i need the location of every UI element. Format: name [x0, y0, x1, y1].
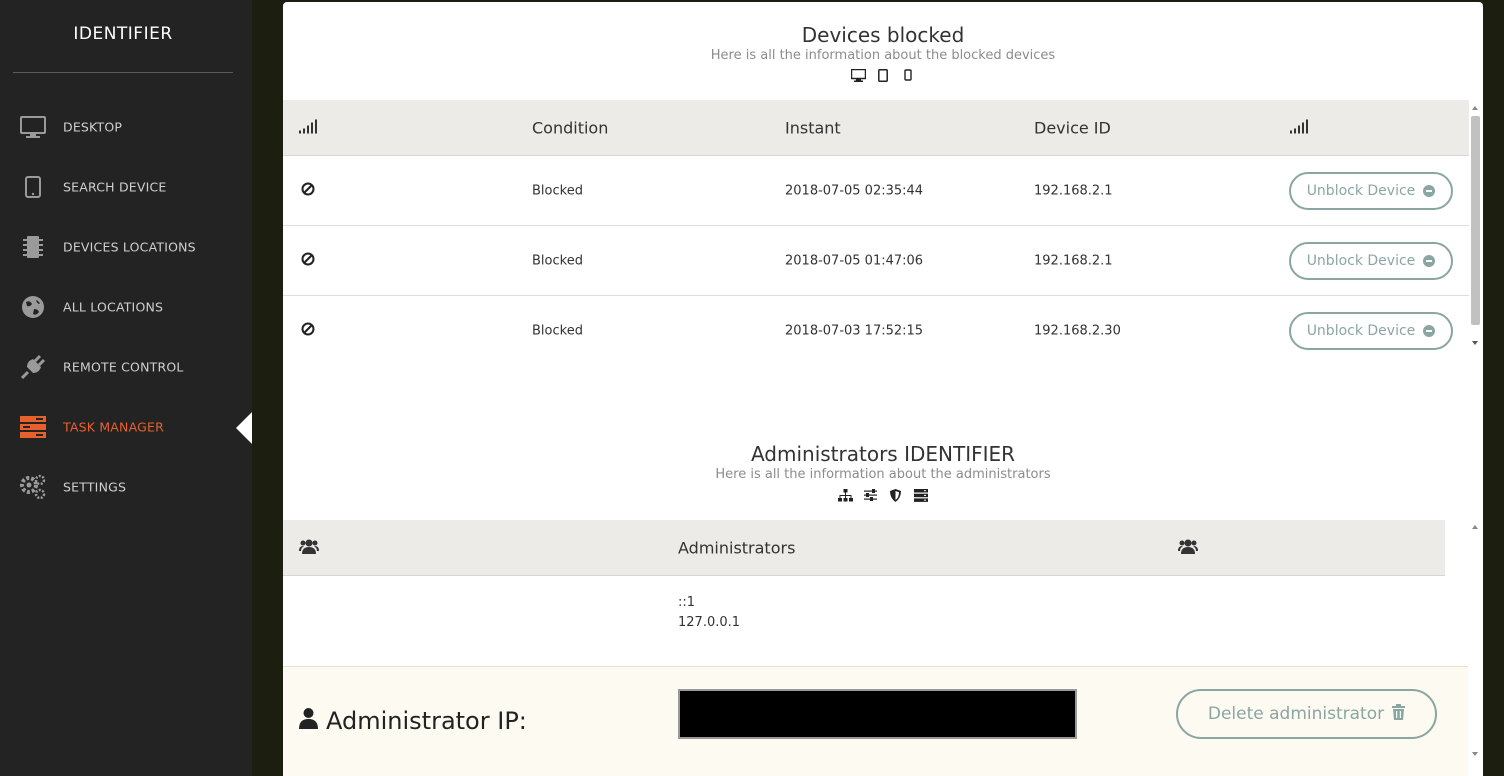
ban-icon: [301, 182, 315, 200]
admins-scrollbar[interactable]: [1469, 522, 1481, 762]
admins-table-header: Administrators: [283, 520, 1445, 576]
list-item: 127.0.0.1: [678, 615, 741, 630]
sidebar-item-label: DESKTOP: [63, 119, 123, 135]
admins-subtitle: Here is all the information about the ad…: [715, 467, 1051, 482]
shield-icon: [888, 488, 903, 502]
cell-device-id: 192.168.2.1: [1034, 183, 1113, 198]
blocked-title: Devices blocked: [801, 23, 965, 47]
sidebar-item-search-device[interactable]: SEARCH DEVICE: [0, 157, 252, 217]
minus-circle-icon: [1423, 255, 1436, 267]
button-label: Unblock Device: [1306, 183, 1416, 199]
signal-icon: [299, 118, 317, 137]
mobile-icon: [901, 68, 916, 82]
blocked-device-icons: [283, 68, 1483, 82]
scroll-down-arrow[interactable]: [1472, 341, 1478, 345]
admins-list: ::1 127.0.0.1: [678, 593, 740, 633]
unblock-device-button[interactable]: Unblock Device: [1289, 242, 1453, 280]
button-label: Unblock Device: [1306, 253, 1416, 269]
table-row: Blocked 2018-07-05 02:35:44 192.168.2.1 …: [283, 156, 1469, 226]
unblock-device-button[interactable]: Unblock Device: [1289, 312, 1453, 350]
admin-ip-label: Administrator IP:: [299, 707, 527, 735]
users-icon: [1178, 538, 1198, 558]
cell-condition: Blocked: [532, 253, 583, 268]
sidebar-item-label: SETTINGS: [63, 479, 127, 495]
cell-instant: 2018-07-03 17:52:15: [785, 323, 924, 339]
users-icon: [299, 538, 319, 558]
sidebar-item-label: TASK MANAGER: [63, 419, 165, 435]
tasks-icon: [20, 414, 46, 440]
trash-icon: [1392, 703, 1406, 725]
cell-instant: 2018-07-05 01:47:06: [785, 253, 924, 268]
desktop-icon: [850, 68, 866, 82]
admin-form: Administrator IP: Delete administrator: [283, 666, 1468, 776]
column-device-id[interactable]: Device ID: [1034, 118, 1111, 137]
admins-title: Administrators IDENTIFIER: [750, 442, 1016, 466]
sidebar-item-task-manager[interactable]: TASK MANAGER: [0, 397, 252, 457]
brand-title: IDENTIFIER: [73, 24, 173, 44]
button-label: Unblock Device: [1306, 323, 1416, 339]
column-administrators[interactable]: Administrators: [678, 538, 795, 557]
column-condition[interactable]: Condition: [532, 118, 608, 137]
server-icon: [913, 488, 928, 502]
plug-icon: [20, 354, 46, 380]
sitemap-icon: [838, 488, 853, 502]
ban-icon: [301, 252, 315, 270]
ban-icon: [301, 322, 315, 340]
admin-ip-input[interactable]: [678, 689, 1077, 739]
globe-icon: [20, 294, 46, 320]
cell-condition: Blocked: [532, 323, 583, 339]
table-row: Blocked 2018-07-05 01:47:06 192.168.2.1 …: [283, 226, 1469, 296]
sidebar-item-label: ALL LOCATIONS: [63, 299, 164, 315]
sidebar: IDENTIFIER DESKTOP SEARCH DEVICE DEVICES…: [0, 0, 252, 776]
scroll-up-arrow[interactable]: [1472, 525, 1478, 529]
delete-administrator-button[interactable]: Delete administrator: [1176, 689, 1437, 739]
sidebar-item-settings[interactable]: SETTINGS: [0, 457, 252, 517]
admin-ip-label-text: Administrator IP:: [326, 707, 527, 735]
sidebar-item-label: DEVICES LOCATIONS: [63, 239, 196, 255]
scroll-thumb[interactable]: [1471, 116, 1480, 325]
cell-device-id: 192.168.2.1: [1034, 253, 1113, 268]
sidebar-item-devices-locations[interactable]: DEVICES LOCATIONS: [0, 217, 252, 277]
sidebar-item-remote-control[interactable]: REMOTE CONTROL: [0, 337, 252, 397]
unblock-device-button[interactable]: Unblock Device: [1289, 172, 1453, 210]
chip-icon: [20, 234, 46, 260]
active-indicator: [236, 412, 252, 444]
list-item: ::1: [678, 595, 696, 610]
cell-device-id: 192.168.2.30: [1034, 323, 1121, 339]
cell-condition: Blocked: [532, 183, 583, 198]
monitor-icon: [20, 114, 46, 140]
user-icon: [299, 707, 318, 735]
tablet-icon: [876, 68, 891, 82]
admins-icons: [283, 488, 1483, 502]
sliders-icon: [863, 488, 878, 502]
button-label: Delete administrator: [1207, 704, 1385, 724]
brand-divider: [13, 72, 233, 73]
blocked-table-header: Condition Instant Device ID: [283, 100, 1469, 156]
sidebar-item-label: SEARCH DEVICE: [63, 179, 167, 195]
column-instant[interactable]: Instant: [785, 118, 841, 137]
scroll-up-arrow[interactable]: [1472, 106, 1478, 110]
main-panel: Devices blocked Here is all the informat…: [283, 2, 1483, 776]
minus-circle-icon: [1423, 325, 1436, 337]
sidebar-item-all-locations[interactable]: ALL LOCATIONS: [0, 277, 252, 337]
gears-icon: [20, 474, 46, 500]
cell-instant: 2018-07-05 02:35:44: [785, 183, 924, 198]
sidebar-item-desktop[interactable]: DESKTOP: [0, 97, 252, 157]
table-row: Blocked 2018-07-03 17:52:15 192.168.2.30…: [283, 296, 1469, 366]
signal-icon: [1290, 118, 1308, 137]
tablet-icon: [20, 174, 46, 200]
blocked-table-scrollbar[interactable]: [1469, 103, 1481, 351]
scroll-down-arrow[interactable]: [1472, 752, 1478, 756]
minus-circle-icon: [1423, 185, 1436, 197]
sidebar-item-label: REMOTE CONTROL: [63, 359, 184, 375]
blocked-subtitle: Here is all the information about the bl…: [710, 48, 1056, 63]
